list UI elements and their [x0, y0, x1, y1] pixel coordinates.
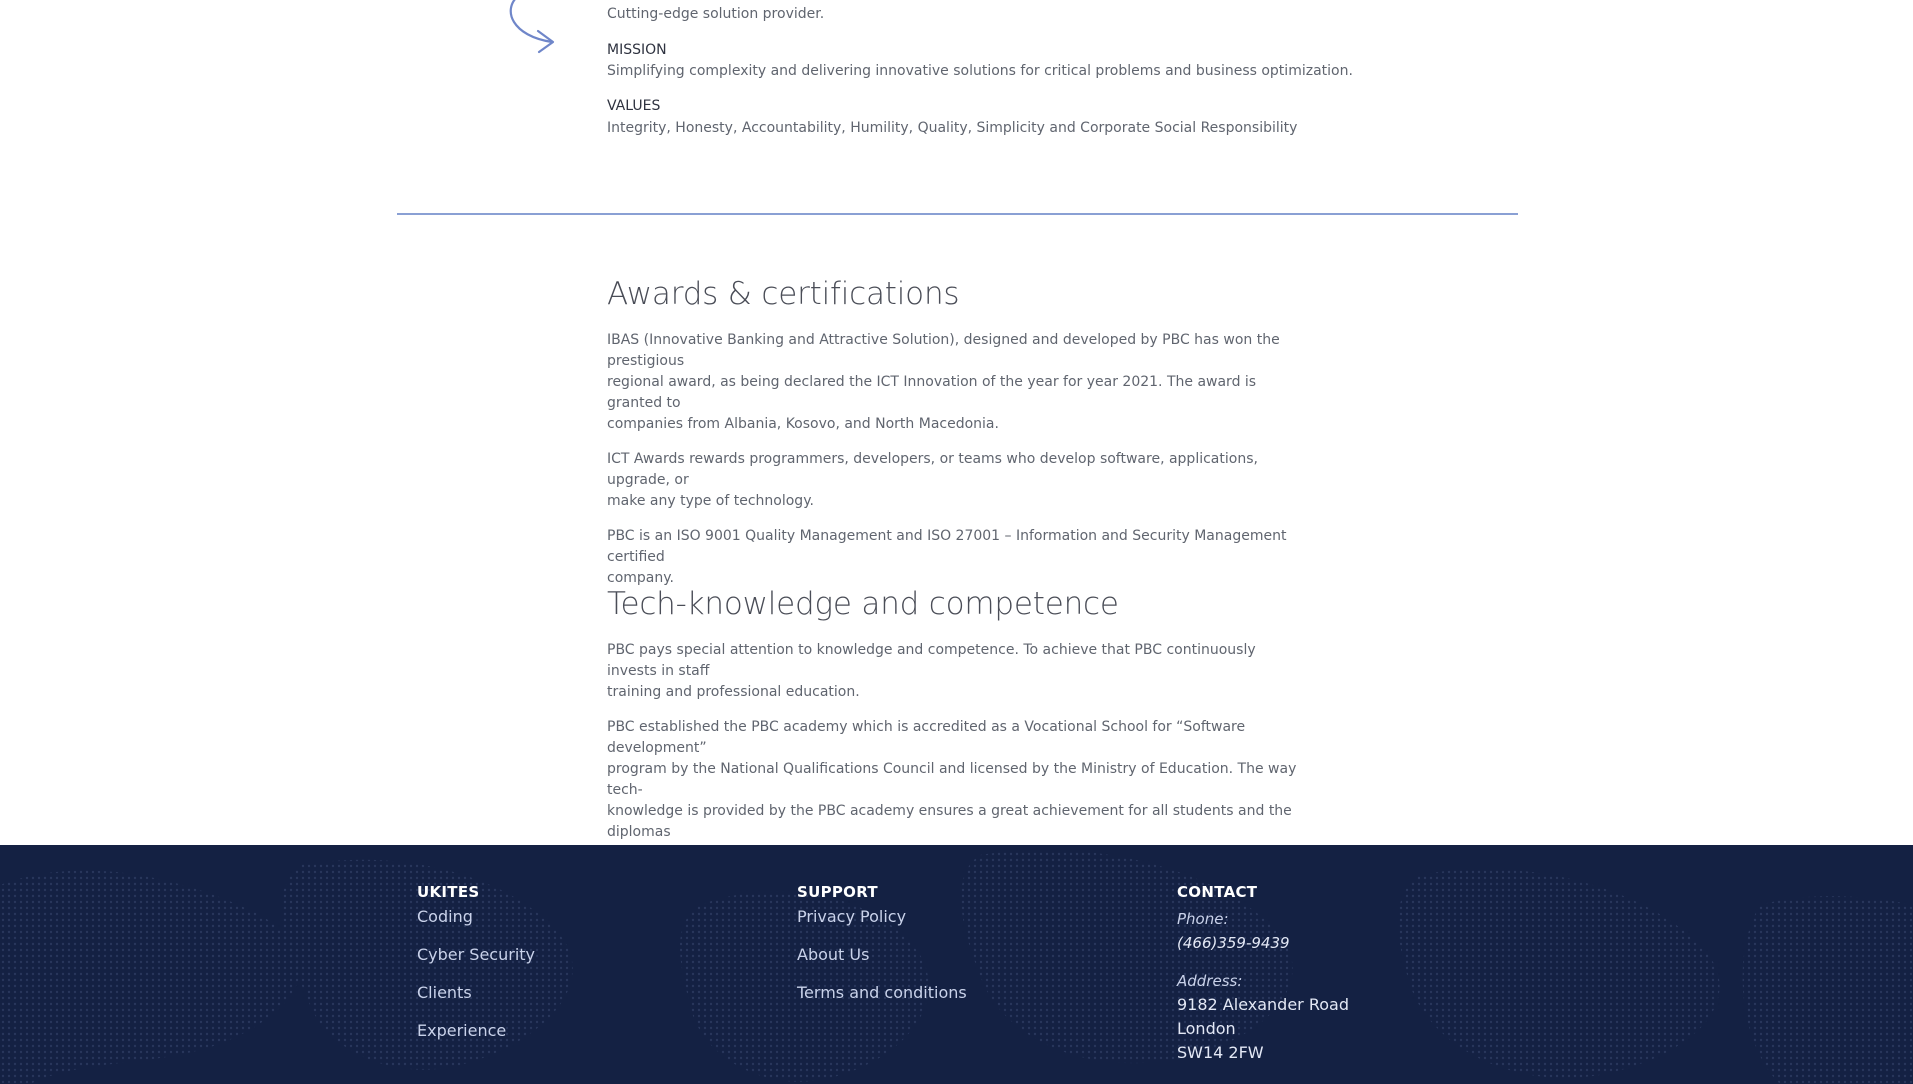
site-footer: UKITES Coding Cyber Security Clients Exp…: [0, 845, 1913, 1084]
footer-link-coding[interactable]: Coding: [417, 907, 535, 927]
address-label: Address:: [1177, 972, 1243, 990]
tech-body: PBC pays special attention to knowledge …: [607, 640, 1307, 878]
awards-paragraph: PBC is an ISO 9001 Quality Management an…: [607, 528, 1287, 586]
values-text: Integrity, Honesty, Accountability, Humi…: [607, 120, 1298, 136]
vision-text: Cutting-edge solution provider.: [607, 6, 825, 22]
footer-heading-ukites: UKITES: [417, 883, 480, 901]
mission-text: Simplifying complexity and delivering in…: [607, 63, 1353, 79]
phone-number[interactable]: (466)359-9439: [1177, 931, 1349, 955]
footer-link-clients[interactable]: Clients: [417, 983, 535, 1003]
awards-paragraph: ICT Awards rewards programmers, develope…: [607, 451, 1258, 509]
address-line: London: [1177, 1019, 1236, 1038]
curved-arrow-icon: [509, 0, 555, 54]
footer-column-contact: CONTACT Phone: (466)359-9439 Address: 91…: [1177, 883, 1349, 1065]
awards-paragraph: IBAS (Innovative Banking and Attractive …: [607, 332, 1280, 432]
footer-column-support: SUPPORT Privacy Policy About Us Terms an…: [797, 883, 967, 1021]
footer-link-terms[interactable]: Terms and conditions: [797, 983, 967, 1003]
awards-heading: Awards & certifications: [607, 276, 960, 312]
tech-paragraph: PBC pays special attention to knowledge …: [607, 642, 1256, 700]
footer-link-privacy-policy[interactable]: Privacy Policy: [797, 907, 967, 927]
footer-link-about-us[interactable]: About Us: [797, 945, 967, 965]
address-line: 9182 Alexander Road: [1177, 995, 1349, 1014]
footer-heading-support: SUPPORT: [797, 883, 878, 901]
address-line: SW14 2FW: [1177, 1043, 1264, 1062]
mission-label: MISSION: [607, 42, 667, 58]
footer-column-ukites: UKITES Coding Cyber Security Clients Exp…: [417, 883, 535, 1059]
footer-link-cyber-security[interactable]: Cyber Security: [417, 945, 535, 965]
tech-paragraph: PBC established the PBC academy which is…: [607, 719, 1297, 861]
phone-label: Phone:: [1177, 910, 1229, 928]
tech-heading: Tech-knowledge and competence: [607, 586, 1119, 622]
awards-body: IBAS (Innovative Banking and Attractive …: [607, 330, 1307, 603]
footer-link-experience[interactable]: Experience: [417, 1021, 535, 1041]
footer-heading-contact: CONTACT: [1177, 883, 1258, 901]
values-label: VALUES: [607, 98, 661, 114]
section-divider: [397, 213, 1518, 215]
